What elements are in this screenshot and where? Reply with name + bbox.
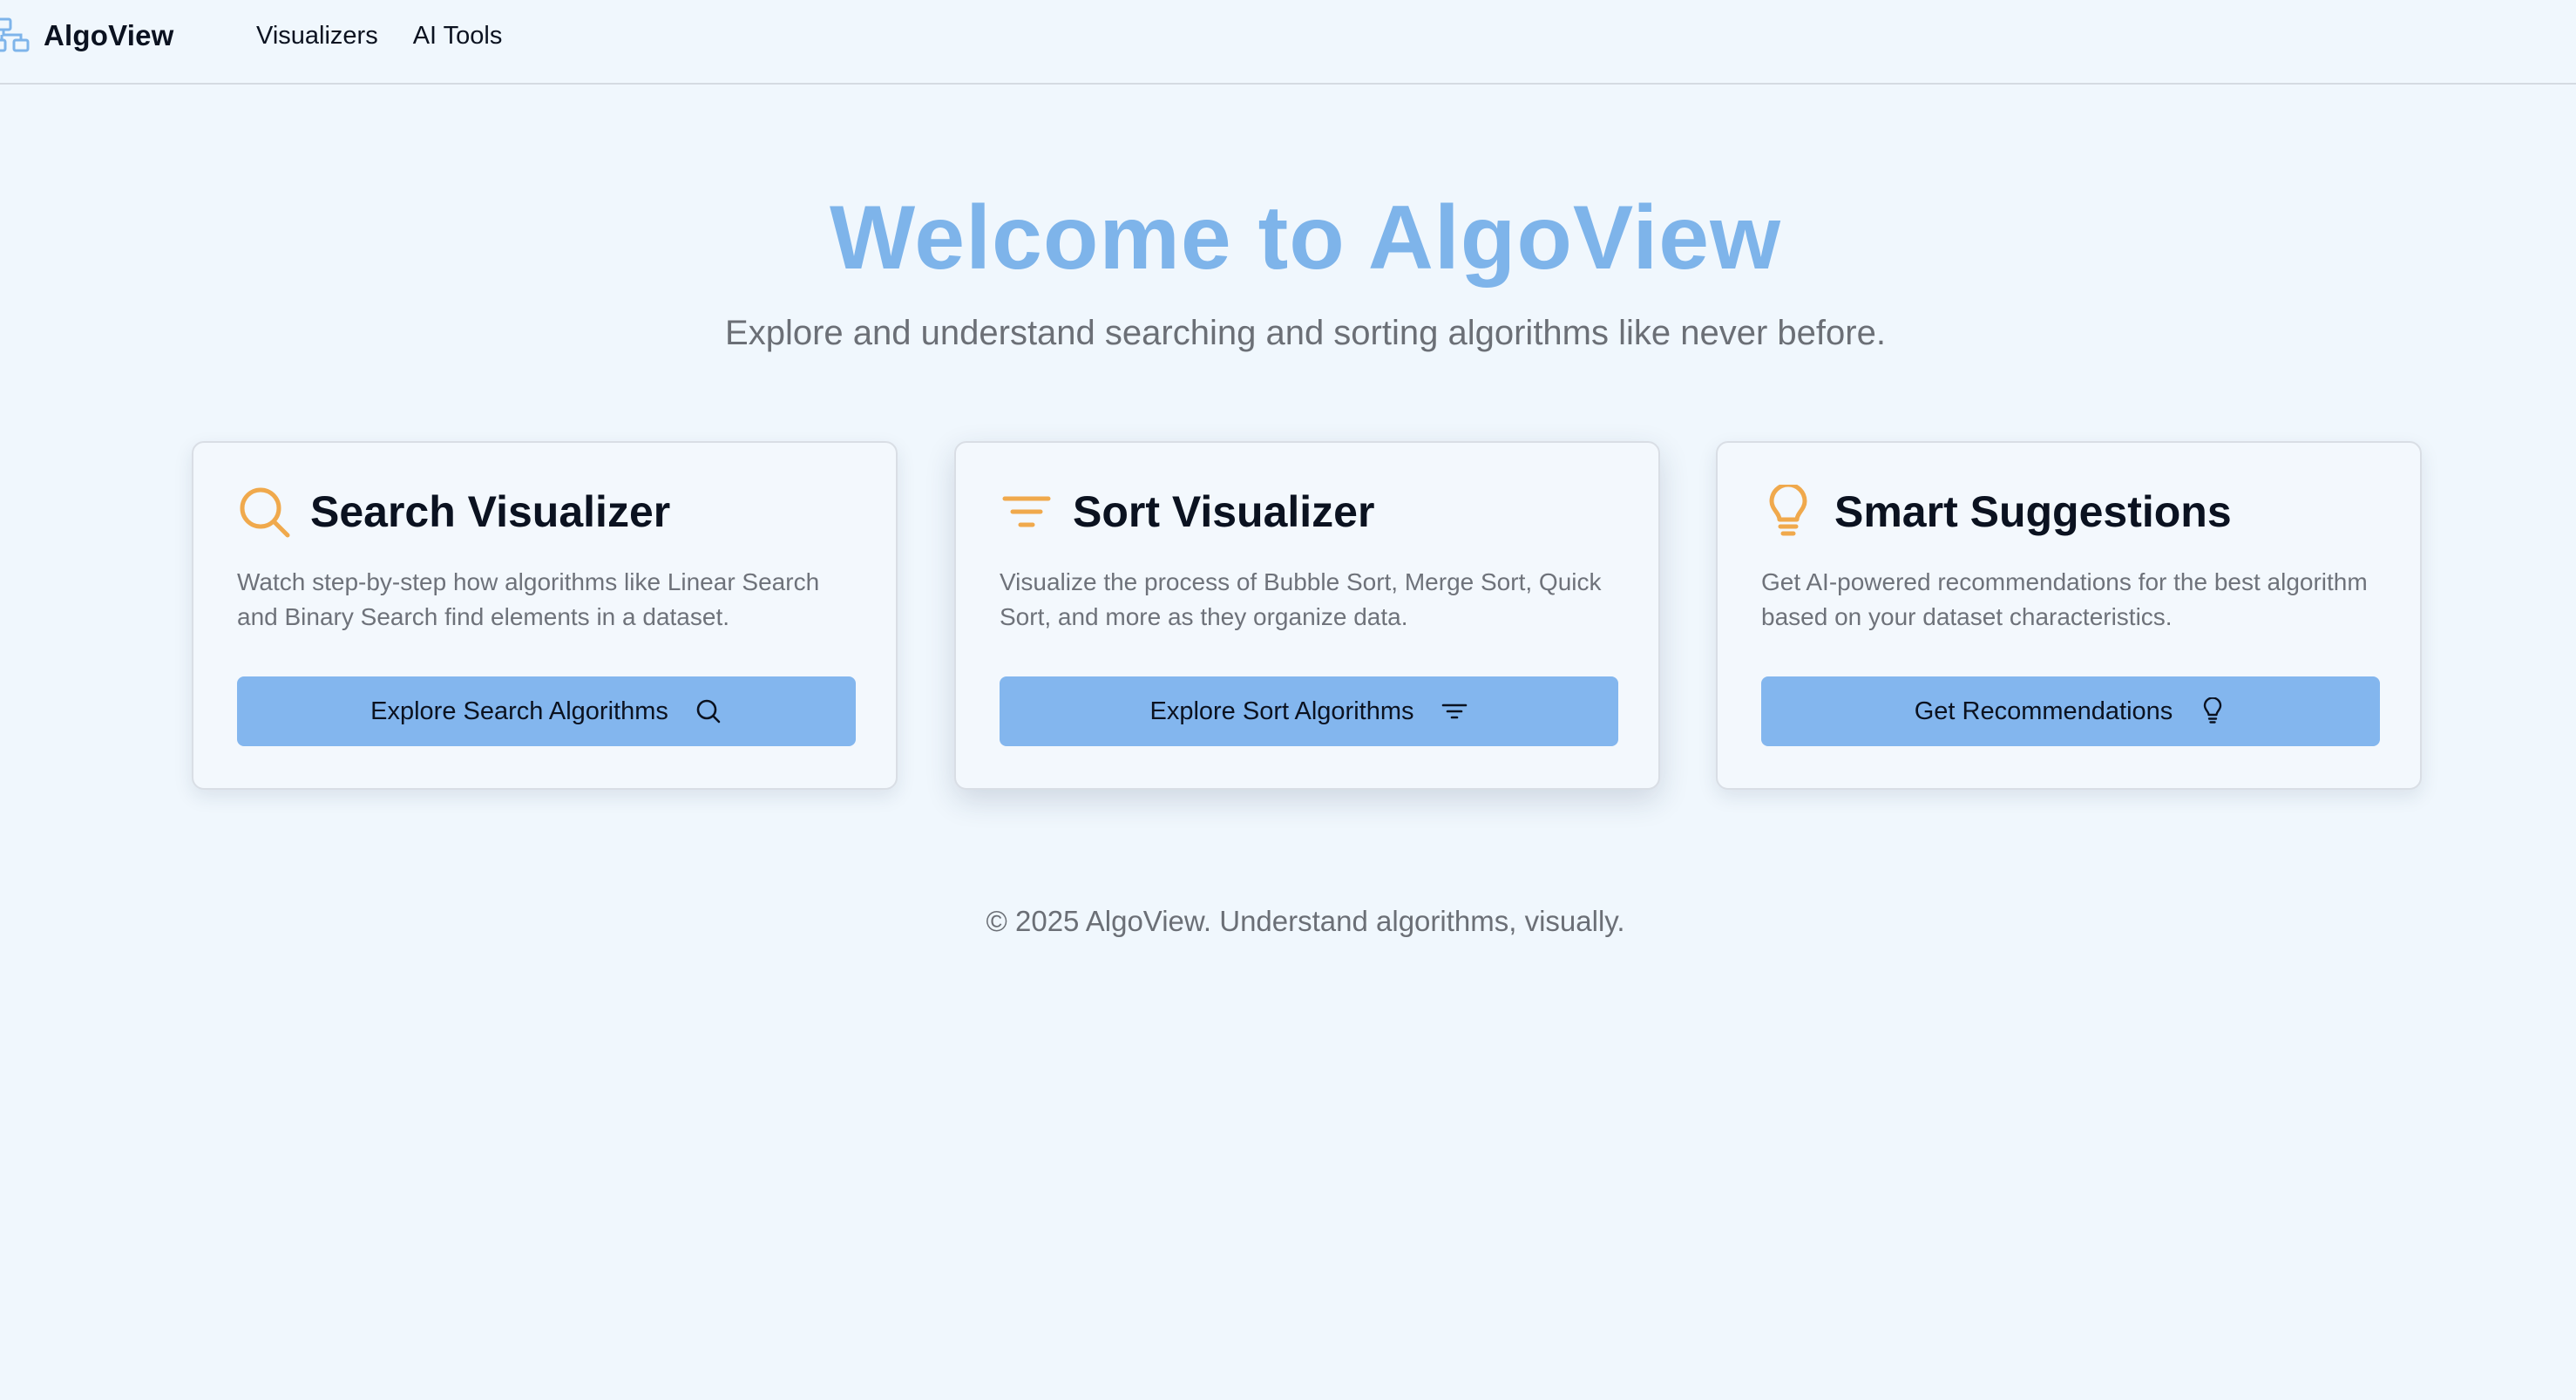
top-navbar: AlgoView Visualizers AI Tools (0, 0, 2576, 85)
lightbulb-icon (2204, 697, 2222, 724)
lightbulb-icon (1769, 485, 1807, 536)
hero-title: Welcome to AlgoView (830, 187, 1781, 289)
filter-lines-icon (1002, 496, 1051, 527)
search-icon (240, 487, 290, 538)
sort-visualizer-card: Sort Visualizer Visualize the process of… (954, 441, 1660, 790)
card-title: Sort Visualizer (1073, 487, 1375, 536)
nav-ai-tools[interactable]: AI Tools (413, 17, 503, 54)
smart-suggestions-card: Smart Suggestions Get AI-powered recomme… (1716, 441, 2422, 790)
brand[interactable]: AlgoView (0, 16, 174, 56)
card-description: Get AI-powered recommendations for the b… (1761, 568, 2368, 630)
footer-text: © 2025 AlgoView. Understand algorithms, … (986, 905, 1625, 937)
button-label: Get Recommendations (1914, 697, 2173, 725)
explore-search-button[interactable]: Explore Search Algorithms (237, 676, 856, 746)
card-header: Smart Suggestions (1761, 485, 2232, 539)
explore-sort-button[interactable]: Explore Sort Algorithms (1000, 676, 1618, 746)
hero-subtitle: Explore and understand searching and sor… (725, 314, 1886, 352)
button-label: Explore Search Algorithms (370, 697, 668, 725)
search-icon (696, 699, 721, 724)
network-icon (0, 17, 30, 52)
card-header: Search Visualizer (237, 485, 670, 539)
main-nav: Visualizers AI Tools (256, 17, 502, 54)
brand-name: AlgoView (44, 19, 174, 51)
nav-visualizers[interactable]: Visualizers (256, 17, 378, 54)
card-description: Visualize the process of Bubble Sort, Me… (1000, 568, 1602, 630)
card-header: Sort Visualizer (1000, 485, 1374, 539)
get-recommendations-button[interactable]: Get Recommendations (1761, 676, 2380, 746)
card-title: Smart Suggestions (1834, 487, 2232, 536)
card-title: Search Visualizer (310, 487, 671, 536)
search-visualizer-card: Search Visualizer Watch step-by-step how… (192, 441, 898, 790)
button-label: Explore Sort Algorithms (1149, 697, 1414, 725)
card-description: Watch step-by-step how algorithms like L… (237, 568, 820, 630)
filter-lines-icon (1441, 703, 1467, 719)
